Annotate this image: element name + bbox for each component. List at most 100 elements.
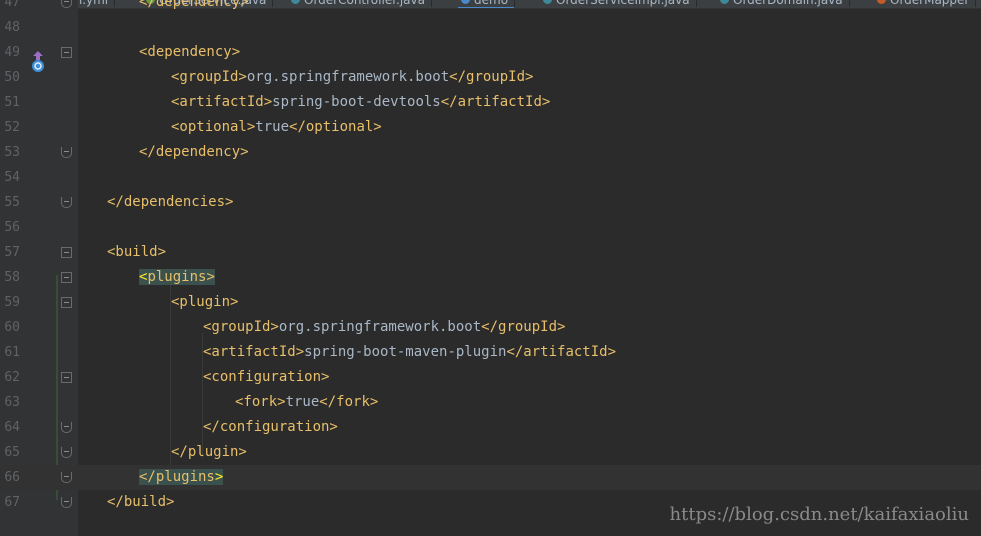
code-line[interactable]: 60 <groupId>org.springframework.boot</gro… (0, 315, 981, 340)
xml-tag: </dependency> (139, 144, 249, 160)
xml-tag: <dependency> (139, 44, 241, 60)
line-number[interactable]: 50 (0, 65, 20, 90)
code-text[interactable]: <groupId>org.springframework.boot</group… (203, 315, 565, 340)
xml-text: true (255, 119, 290, 135)
code-text[interactable]: </dependencies> (107, 190, 233, 215)
code-line[interactable]: 47 </dependency> (0, 0, 981, 15)
line-number[interactable]: 55 (0, 190, 20, 215)
fold-end-icon[interactable] (61, 447, 72, 458)
code-text[interactable]: <artifactId>spring-boot-devtools</artifa… (171, 90, 550, 115)
line-number[interactable]: 60 (0, 315, 20, 340)
code-line[interactable]: 63 <fork>true</fork> (0, 390, 981, 415)
xml-tag: <plugin> (171, 294, 239, 310)
fold-end-icon[interactable] (61, 422, 72, 433)
xml-tag: <groupId> (203, 319, 279, 335)
xml-tag: </artifactId> (440, 94, 551, 110)
line-number[interactable]: 47 (0, 0, 20, 15)
code-line[interactable]: 62 <configuration> (0, 365, 981, 390)
code-line[interactable]: 58 <plugins> (0, 265, 981, 290)
code-line[interactable]: 49 <dependency> (0, 40, 981, 65)
xml-tag: </build> (107, 494, 175, 510)
code-line[interactable]: 51 <artifactId>spring-boot-devtools</arti… (0, 90, 981, 115)
xml-tag: </artifactId> (506, 344, 617, 360)
xml-text: spring-boot-devtools (272, 94, 441, 110)
code-text[interactable]: </plugins> (139, 465, 224, 490)
xml-tag: </dependencies> (107, 194, 234, 210)
fold-end-icon[interactable] (61, 147, 72, 158)
code-text[interactable]: <fork>true</fork> (235, 390, 378, 415)
code-text[interactable]: </build> (107, 490, 174, 515)
xml-text: org.springframework.boot (246, 69, 450, 85)
xml-text: org.springframework.boot (278, 319, 482, 335)
line-number[interactable]: 61 (0, 340, 20, 365)
code-line[interactable]: 66 </plugins> (0, 465, 981, 490)
watermark: https://blog.csdn.net/kaifaxiaoliu (669, 504, 969, 525)
xml-tag: </groupId> (481, 319, 566, 335)
code-line[interactable]: 57 <build> (0, 240, 981, 265)
code-line[interactable]: 59 <plugin> (0, 290, 981, 315)
xml-tag: </groupId> (449, 69, 534, 85)
xml-tag: </dependency> (139, 0, 249, 10)
code-text[interactable]: <optional>true</optional> (171, 115, 382, 140)
xml-tag: </configuration> (203, 419, 338, 435)
code-text[interactable]: <plugin> (171, 290, 238, 315)
line-number[interactable]: 63 (0, 390, 20, 415)
code-text[interactable]: <artifactId>spring-boot-maven-plugin</ar… (203, 340, 616, 365)
fold-end-icon[interactable] (61, 497, 72, 508)
line-number[interactable]: 54 (0, 165, 20, 190)
line-number[interactable]: 67 (0, 490, 20, 515)
xml-tag: <groupId> (171, 69, 247, 85)
xml-tag: <optional> (171, 119, 256, 135)
fold-end-icon[interactable] (61, 472, 72, 483)
line-number[interactable]: 59 (0, 290, 20, 315)
xml-tag: plugins> (147, 269, 215, 285)
code-line[interactable]: 54 (0, 165, 981, 190)
fold-collapse-icon[interactable] (61, 47, 72, 58)
line-number[interactable]: 62 (0, 365, 20, 390)
code-line[interactable]: 56 (0, 215, 981, 240)
xml-tag: <fork> (235, 394, 286, 410)
code-text[interactable]: </dependency> (139, 0, 249, 15)
code-line[interactable]: 55 </dependencies> (0, 190, 981, 215)
line-number[interactable]: 66 (0, 465, 20, 490)
code-line[interactable]: 65 </plugin> (0, 440, 981, 465)
code-text[interactable]: <plugins> (139, 265, 215, 290)
xml-tag: <configuration> (203, 369, 330, 385)
line-number[interactable]: 48 (0, 15, 20, 40)
xml-tag: <artifactId> (171, 94, 273, 110)
code-text[interactable]: <build> (107, 240, 166, 265)
line-number[interactable]: 51 (0, 90, 20, 115)
line-number[interactable]: 53 (0, 140, 20, 165)
code-text[interactable]: <groupId>org.springframework.boot</group… (171, 65, 533, 90)
line-number[interactable]: 57 (0, 240, 20, 265)
xml-text: true (285, 394, 320, 410)
fold-collapse-icon[interactable] (61, 247, 72, 258)
xml-tag: </fork> (319, 394, 379, 410)
code-text[interactable]: </dependency> (139, 140, 249, 165)
line-number[interactable]: 52 (0, 115, 20, 140)
xml-tag: </plugins (139, 469, 215, 485)
code-line[interactable]: 50 <groupId>org.springframework.boot</gro… (0, 65, 981, 90)
code-line[interactable]: 53 </dependency> (0, 140, 981, 165)
code-text[interactable]: <configuration> (203, 365, 329, 390)
line-number[interactable]: 64 (0, 415, 20, 440)
fold-collapse-icon[interactable] (61, 272, 72, 283)
fold-collapse-icon[interactable] (61, 297, 72, 308)
line-number[interactable]: 65 (0, 440, 20, 465)
code-line[interactable]: 61 <artifactId>spring-boot-maven-plugin</… (0, 340, 981, 365)
code-line[interactable]: 52 <optional>true</optional> (0, 115, 981, 140)
xml-tag: > (214, 469, 224, 485)
xml-text: spring-boot-maven-plugin (304, 344, 507, 360)
fold-collapse-icon[interactable] (61, 372, 72, 383)
code-line[interactable]: 48 (0, 15, 981, 40)
code-text[interactable]: </configuration> (203, 415, 338, 440)
fold-end-icon[interactable] (61, 197, 72, 208)
code-text[interactable]: <dependency> (139, 40, 240, 65)
line-number[interactable]: 56 (0, 215, 20, 240)
xml-tag: </plugin> (171, 444, 247, 460)
line-number[interactable]: 49 (0, 40, 20, 65)
code-text[interactable]: </plugin> (171, 440, 247, 465)
fold-end-icon[interactable] (61, 0, 72, 8)
code-line[interactable]: 64 </configuration> (0, 415, 981, 440)
line-number[interactable]: 58 (0, 265, 20, 290)
